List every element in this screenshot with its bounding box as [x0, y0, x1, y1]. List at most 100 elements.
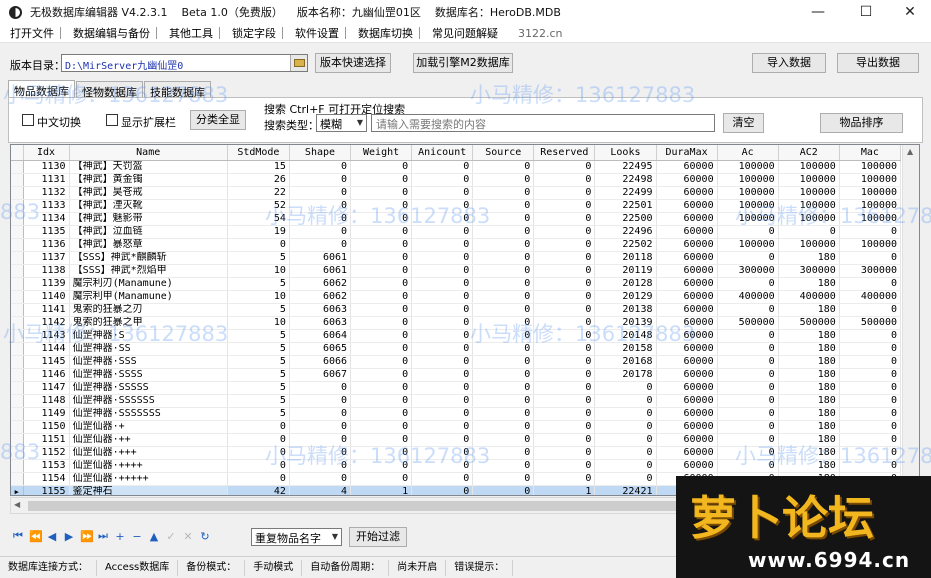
cell-anicount[interactable]: 0 [411, 394, 474, 408]
cell-ac2[interactable]: 400000 [778, 290, 840, 304]
cell-shape[interactable]: 0 [289, 173, 352, 187]
import-data-button[interactable]: 导入数据 [752, 53, 826, 73]
cell-duramax[interactable]: 60000 [656, 251, 718, 265]
cell-reserved[interactable]: 0 [533, 407, 596, 421]
cell-stdmode[interactable]: 0 [227, 238, 290, 252]
cell-reserved[interactable]: 0 [533, 173, 596, 187]
cell-weight[interactable]: 0 [350, 355, 413, 369]
cell-reserved[interactable]: 0 [533, 199, 596, 213]
cell-weight[interactable]: 1 [350, 485, 413, 495]
cell-idx[interactable]: 1150 [23, 420, 70, 434]
cell-shape[interactable]: 6065 [289, 342, 352, 356]
browse-folder-button[interactable] [290, 55, 307, 71]
cell-source[interactable]: 0 [472, 199, 535, 213]
cell-duramax[interactable]: 60000 [656, 264, 718, 278]
prior-page-icon[interactable]: ⏪ [29, 530, 43, 543]
scroll-left-icon[interactable]: ◀ [14, 500, 20, 509]
row-indicator[interactable] [11, 420, 24, 434]
cell-stdmode[interactable]: 10 [227, 316, 290, 330]
cell-reserved[interactable]: 0 [533, 472, 596, 486]
cell-ac2[interactable]: 100000 [778, 212, 840, 226]
cell-duramax[interactable]: 60000 [656, 355, 718, 369]
cell-duramax[interactable]: 60000 [656, 277, 718, 291]
cell-stdmode[interactable]: 0 [227, 472, 290, 486]
cell-duramax[interactable]: 60000 [656, 173, 718, 187]
cell-source[interactable]: 0 [472, 446, 535, 460]
cell-shape[interactable]: 0 [289, 186, 352, 200]
row-indicator[interactable] [11, 264, 24, 278]
cell-weight[interactable]: 0 [350, 186, 413, 200]
table-row[interactable]: 1153 仙罡仙器·++++ 0 0 0 0 0 0 0 60000 0 180 0 [11, 459, 902, 473]
column-header-duramax[interactable]: DuraMax [656, 145, 718, 161]
cell-duramax[interactable]: 60000 [656, 316, 718, 330]
table-row[interactable]: 1145 仙罡神器·SSS 5 6066 0 0 0 0 20168 60000 0 180 0 [11, 355, 902, 369]
cell-mac[interactable]: 0 [839, 433, 902, 447]
cell-source[interactable]: 0 [472, 173, 535, 187]
row-indicator[interactable] [11, 472, 24, 486]
cell-reserved[interactable]: 0 [533, 420, 596, 434]
cell-ac[interactable]: 0 [717, 368, 779, 382]
cell-shape[interactable]: 0 [289, 160, 352, 174]
cell-reserved[interactable]: 0 [533, 225, 596, 239]
cell-shape[interactable]: 0 [289, 420, 352, 434]
cell-looks[interactable]: 0 [594, 433, 657, 447]
cell-weight[interactable]: 0 [350, 238, 413, 252]
column-header-idx[interactable]: Idx [23, 145, 70, 161]
cell-reserved[interactable]: 0 [533, 186, 596, 200]
cell-weight[interactable]: 0 [350, 381, 413, 395]
cell-idx[interactable]: 1139 [23, 277, 70, 291]
cell-ac[interactable]: 500000 [717, 316, 779, 330]
cell-shape[interactable]: 6063 [289, 303, 352, 317]
cell-looks[interactable]: 22499 [594, 186, 657, 200]
table-row[interactable]: 1139 魔宗利刃(Manamune) 5 6062 0 0 0 0 20128 60000 0 18… [11, 277, 902, 291]
scroll-up-icon[interactable]: ▲ [907, 147, 913, 156]
cell-reserved[interactable]: 0 [533, 290, 596, 304]
menu-other-tools[interactable]: 其他工具 [157, 25, 219, 41]
cell-ac[interactable]: 100000 [717, 199, 779, 213]
cell-source[interactable]: 0 [472, 342, 535, 356]
cell-anicount[interactable]: 0 [411, 381, 474, 395]
cell-shape[interactable]: 0 [289, 433, 352, 447]
cell-shape[interactable]: 6067 [289, 368, 352, 382]
cell-mac[interactable]: 0 [839, 277, 902, 291]
cell-ac[interactable]: 0 [717, 394, 779, 408]
cell-idx[interactable]: 1143 [23, 329, 70, 343]
cell-duramax[interactable]: 60000 [656, 459, 718, 473]
cell-shape[interactable]: 6061 [289, 264, 352, 278]
cell-name[interactable]: 【SSS】神武*麒麟斩 [69, 251, 228, 265]
cell-name[interactable]: 仙罡神器·SSSSS [69, 381, 228, 395]
filter-select[interactable]: 重复物品名字 ▼ [251, 528, 342, 546]
column-header-stdmode[interactable]: StdMode [227, 145, 290, 161]
cell-shape[interactable]: 6062 [289, 277, 352, 291]
cell-shape[interactable]: 0 [289, 407, 352, 421]
cell-source[interactable]: 0 [472, 485, 535, 495]
cell-name[interactable]: 仙罡神器·SSSSSSS [69, 407, 228, 421]
cell-idx[interactable]: 1144 [23, 342, 70, 356]
cell-idx[interactable]: 1134 [23, 212, 70, 226]
cell-weight[interactable]: 0 [350, 329, 413, 343]
cell-weight[interactable]: 0 [350, 303, 413, 317]
cell-mac[interactable]: 0 [839, 251, 902, 265]
column-header-ac[interactable]: Ac [717, 145, 779, 161]
cell-anicount[interactable]: 0 [411, 485, 474, 495]
cell-looks[interactable]: 0 [594, 459, 657, 473]
cell-reserved[interactable]: 0 [533, 381, 596, 395]
cell-ac[interactable]: 100000 [717, 238, 779, 252]
cell-name[interactable]: 【神武】泣血链 [69, 225, 228, 239]
cell-name[interactable]: 魔宗利甲(Manamune) [69, 290, 228, 304]
cell-mac[interactable]: 0 [839, 368, 902, 382]
cell-stdmode[interactable]: 5 [227, 394, 290, 408]
cell-weight[interactable]: 0 [350, 394, 413, 408]
cell-looks[interactable]: 22498 [594, 173, 657, 187]
cell-idx[interactable]: 1154 [23, 472, 70, 486]
cell-stdmode[interactable]: 5 [227, 342, 290, 356]
column-header-source[interactable]: Source [472, 145, 535, 161]
cell-anicount[interactable]: 0 [411, 212, 474, 226]
cell-ac[interactable]: 0 [717, 381, 779, 395]
cell-weight[interactable]: 0 [350, 173, 413, 187]
cell-ac2[interactable]: 180 [778, 420, 840, 434]
column-header-anicount[interactable]: Anicount [411, 145, 474, 161]
quick-select-button[interactable]: 版本快速选择 [315, 53, 391, 73]
cell-source[interactable]: 0 [472, 212, 535, 226]
cell-duramax[interactable]: 60000 [656, 212, 718, 226]
